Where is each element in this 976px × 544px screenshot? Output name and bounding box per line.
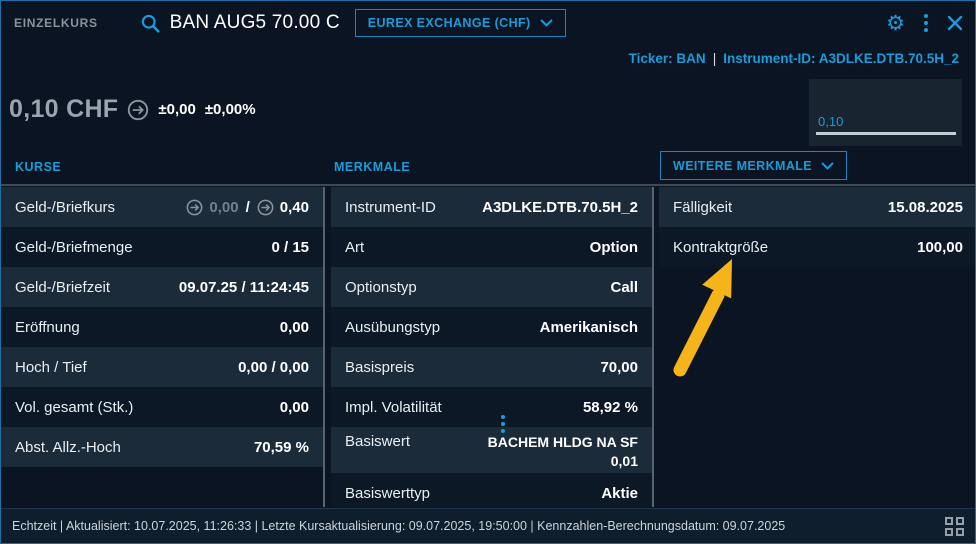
mini-chart-price-label: 0,10 bbox=[818, 114, 843, 129]
exchange-dropdown-label: EUREX EXCHANGE (CHF) bbox=[368, 16, 531, 30]
row-value-line: BACHEM HLDG NA SF bbox=[488, 433, 638, 452]
drag-handle-icon[interactable] bbox=[501, 415, 505, 433]
row-value: 58,92 % bbox=[583, 399, 638, 416]
settings-gear-icon[interactable]: ⚙ bbox=[886, 13, 905, 34]
table-row: Hoch / Tief 0,00 / 0,00 bbox=[1, 347, 323, 387]
header-divider bbox=[1, 184, 975, 186]
instrument-id-text: Instrument-ID: A3DLKE.DTB.70.5H_2 bbox=[723, 51, 959, 66]
table-row: Geld-/Briefzeit 09.07.25 / 11:24:45 bbox=[1, 267, 323, 307]
title-bar: EINZELKURS BAN AUG5 70.00 C EUREX EXCHAN… bbox=[1, 1, 975, 45]
table-row: Eröffnung 0,00 bbox=[1, 307, 323, 347]
instrument-meta-line: Ticker: BAN | Instrument-ID: A3DLKE.DTB.… bbox=[629, 51, 959, 66]
row-value: BACHEM HLDG NA SF0,01 bbox=[488, 433, 638, 471]
row-label: Hoch / Tief bbox=[15, 359, 87, 376]
row-value: Aktie bbox=[601, 485, 638, 502]
table-row: Basispreis 70,00 bbox=[331, 347, 652, 387]
row-label: Basispreis bbox=[345, 359, 414, 376]
table-row: Basiswert BACHEM HLDG NA SF0,01 bbox=[331, 427, 652, 473]
table-row: Art Option bbox=[331, 227, 652, 267]
table-row: Geld-/Briefmenge 0 / 15 bbox=[1, 227, 323, 267]
row-value: Amerikanisch bbox=[540, 319, 638, 336]
row-value: 0,00 / 0,00 bbox=[238, 359, 309, 376]
table-row: Vol. gesamt (Stk.) 0,00 bbox=[1, 387, 323, 427]
section-header-kurse: KURSE bbox=[15, 160, 61, 174]
row-label: Art bbox=[345, 239, 364, 256]
row-value: Option bbox=[590, 239, 638, 256]
row-label: Basiswerttyp bbox=[345, 485, 430, 502]
last-price: 0,10 CHF bbox=[9, 95, 118, 124]
row-value: 0 / 15 bbox=[271, 239, 309, 256]
instrument-title[interactable]: BAN AUG5 70.00 C bbox=[170, 12, 340, 34]
row-value-line: 0,01 bbox=[488, 452, 638, 471]
row-label: Basiswert bbox=[345, 433, 410, 450]
ask-arrow-icon bbox=[257, 199, 274, 216]
chevron-down-icon bbox=[821, 159, 834, 173]
status-bar: Echtzeit | Aktualisiert: 10.07.2025, 11:… bbox=[1, 508, 975, 543]
weitere-merkmale-label: WEITERE MERKMALE bbox=[673, 159, 812, 173]
table-row: Fälligkeit 15.08.2025 bbox=[659, 187, 976, 227]
quote-price-row: 0,10 CHF ±0,00 ±0,00% bbox=[9, 95, 256, 124]
ticker-text: Ticker: BAN bbox=[629, 51, 706, 66]
close-icon[interactable] bbox=[947, 15, 963, 31]
price-trend-arrow-icon bbox=[127, 99, 149, 121]
row-value: 15.08.2025 bbox=[888, 199, 963, 216]
column-divider bbox=[323, 187, 325, 507]
row-value: 0,00 bbox=[280, 399, 309, 416]
table-row: Instrument-ID A3DLKE.DTB.70.5H_2 bbox=[331, 187, 652, 227]
section-header-merkmale: MERKMALE bbox=[334, 160, 410, 174]
bid-ask-separator: / bbox=[245, 199, 251, 216]
table-row: Abst. Allz.-Hoch 70,59 % bbox=[1, 427, 323, 467]
table-row: Optionstyp Call bbox=[331, 267, 652, 307]
table-row: Impl. Volatilität 58,92 % bbox=[331, 387, 652, 427]
kurse-table: Geld-/Briefkurs 0,00 / 0,40 Geld-/Briefmenge… bbox=[1, 187, 323, 467]
data-tables: Geld-/Briefkurs 0,00 / 0,40 Geld-/Briefmenge… bbox=[1, 187, 976, 507]
titlebar-icons: ⚙ bbox=[886, 12, 963, 34]
status-text: Echtzeit | Aktualisiert: 10.07.2025, 11:… bbox=[12, 519, 785, 533]
bid-arrow-icon bbox=[186, 199, 203, 216]
change-absolute: ±0,00 bbox=[158, 101, 195, 118]
weitere-merkmale-dropdown[interactable]: WEITERE MERKMALE bbox=[660, 151, 847, 180]
table-row: Ausübungstyp Amerikanisch bbox=[331, 307, 652, 347]
merkmale-table: Instrument-ID A3DLKE.DTB.70.5H_2 Art Option… bbox=[331, 187, 652, 507]
row-value: 0,00 / 0,40 bbox=[186, 199, 309, 216]
row-label: Fälligkeit bbox=[673, 199, 732, 216]
row-value: A3DLKE.DTB.70.5H_2 bbox=[482, 199, 638, 216]
bid-price: 0,00 bbox=[209, 199, 238, 216]
row-label: Optionstyp bbox=[345, 279, 417, 296]
row-label: Vol. gesamt (Stk.) bbox=[15, 399, 133, 416]
table-row: Basiswerttyp Aktie bbox=[331, 473, 652, 507]
row-value: 0,00 bbox=[280, 319, 309, 336]
ask-price: 0,40 bbox=[280, 199, 309, 216]
row-label: Geld-/Briefkurs bbox=[15, 199, 115, 216]
row-value: 09.07.25 / 11:24:45 bbox=[179, 279, 309, 296]
row-label: Impl. Volatilität bbox=[345, 399, 442, 416]
row-label: Abst. Allz.-Hoch bbox=[15, 439, 121, 456]
app-label: EINZELKURS bbox=[14, 16, 98, 30]
einzelkurs-window: EINZELKURS BAN AUG5 70.00 C EUREX EXCHAN… bbox=[0, 0, 976, 544]
change-percent: ±0,00% bbox=[205, 101, 256, 118]
column-divider bbox=[652, 187, 654, 507]
row-value: 70,59 % bbox=[254, 439, 309, 456]
row-label: Geld-/Briefmenge bbox=[15, 239, 133, 256]
row-value: Call bbox=[610, 279, 638, 296]
mini-chart: 0,10 bbox=[809, 79, 962, 146]
search-icon[interactable] bbox=[140, 13, 161, 34]
annotation-arrow bbox=[656, 246, 756, 386]
chevron-down-icon bbox=[540, 16, 553, 30]
row-value: 100,00 bbox=[917, 239, 963, 256]
row-label: Ausübungstyp bbox=[345, 319, 440, 336]
meta-separator: | bbox=[713, 51, 717, 66]
table-row: Geld-/Briefkurs 0,00 / 0,40 bbox=[1, 187, 323, 227]
mini-chart-flat-line bbox=[816, 132, 956, 135]
grid-layout-icon[interactable] bbox=[945, 517, 964, 536]
row-value: 70,00 bbox=[600, 359, 638, 376]
row-label: Geld-/Briefzeit bbox=[15, 279, 110, 296]
row-label: Eröffnung bbox=[15, 319, 80, 336]
kebab-menu-icon[interactable] bbox=[922, 12, 930, 34]
exchange-dropdown[interactable]: EUREX EXCHANGE (CHF) bbox=[355, 9, 566, 37]
row-label: Instrument-ID bbox=[345, 199, 436, 216]
